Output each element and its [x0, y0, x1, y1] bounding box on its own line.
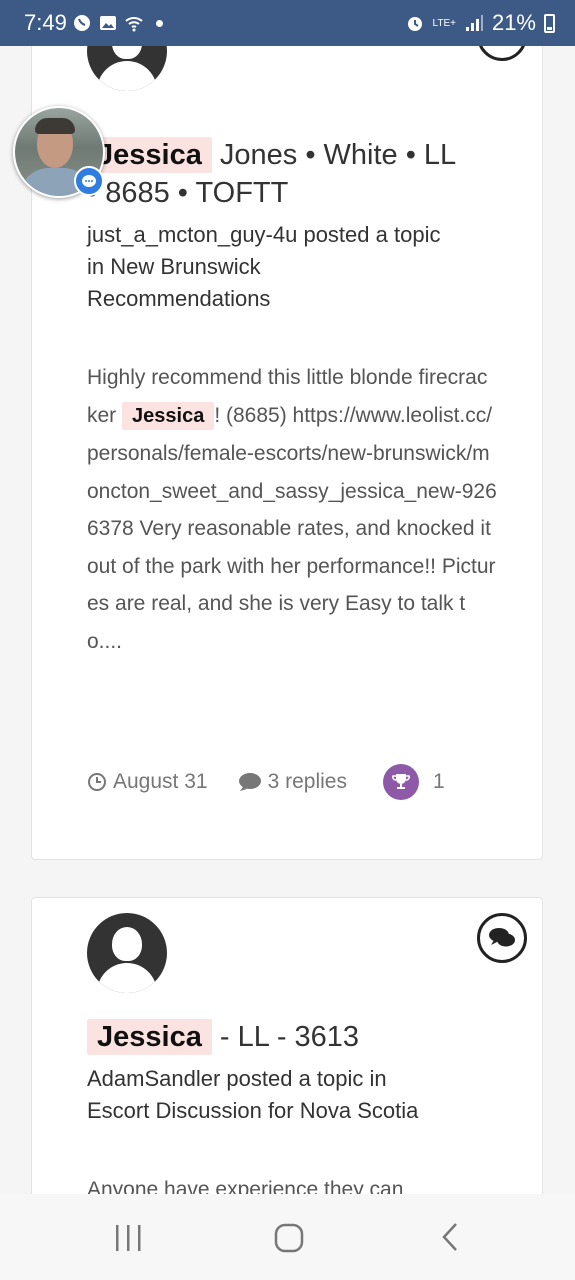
title-line-2: • 8685 • TOFTT: [87, 177, 289, 209]
trophy-icon: [382, 764, 419, 800]
post-meta: just_a_mcton_guy-4u posted a topic in Ne…: [87, 219, 440, 315]
signal-icon: [465, 15, 483, 31]
title-highlight: Jessica: [87, 137, 212, 173]
title-rest: - LL - 3613: [211, 1021, 360, 1053]
reaction-count: 1: [432, 770, 445, 793]
post-title[interactable]: Jessica - LL - 3613: [87, 1018, 359, 1056]
post-replies[interactable]: 3 replies: [238, 770, 347, 794]
title-rest: Jones • White • LL: [211, 139, 457, 171]
meta-line-2: Escort Discussion for Nova Scotia: [87, 1098, 419, 1123]
notification-icons: [72, 13, 163, 33]
meta-line-1: AdamSandler posted a topic in: [87, 1066, 387, 1091]
author-avatar[interactable]: [87, 913, 167, 993]
viber-icon: [74, 15, 90, 31]
alarm-icon: [407, 17, 422, 31]
post-card[interactable]: Jessica - LL - 3613 AdamSandler posted a…: [31, 897, 543, 1227]
gallery-icon: [100, 16, 116, 30]
status-time: 7:49: [24, 10, 67, 35]
topic-chat-button[interactable]: [477, 913, 527, 963]
post-date: August 31: [87, 770, 208, 794]
status-bar: 7:49 LTE+ 21%: [0, 0, 575, 46]
meta-line-1: just_a_mcton_guy-4u posted a topic: [87, 222, 441, 247]
date-text: August 31: [113, 770, 208, 793]
chat-bubbles-icon: [489, 928, 515, 947]
more-notifications-dot: [156, 19, 163, 27]
system-nav-bar: [0, 1194, 575, 1280]
post-meta: AdamSandler posted a topic in Escort Dis…: [87, 1063, 418, 1127]
post-card[interactable]: Jessica Jones • White • LL • 8685 • TOFT…: [31, 0, 543, 860]
excerpt-highlight: Jessica: [122, 401, 215, 430]
recents-icon[interactable]: [114, 1223, 144, 1253]
post-title[interactable]: Jessica Jones • White • LL • 8685 • TOFT…: [87, 136, 456, 212]
lte-indicator: LTE+: [432, 17, 456, 29]
battery-percent: 21%: [491, 10, 536, 35]
meta-line-2: in New Brunswick: [87, 254, 261, 279]
post-footer: August 31 3 replies 1: [87, 764, 445, 800]
title-highlight: Jessica: [87, 1019, 212, 1055]
battery-icon: [544, 13, 555, 33]
meta-line-3: Recommendations: [87, 286, 271, 311]
back-icon[interactable]: [436, 1221, 466, 1253]
replies-text: 3 replies: [267, 770, 347, 793]
system-icons: LTE+ 21%: [405, 10, 555, 36]
post-excerpt: Highly recommend this little blonde fire…: [87, 359, 497, 660]
clock-icon: [88, 773, 106, 791]
comment-icon: [238, 773, 261, 791]
post-reactions[interactable]: 1: [382, 764, 445, 800]
wifi-icon: [125, 17, 143, 32]
messenger-icon: [74, 166, 104, 196]
excerpt-post: ! (8685) https://www.leolist.cc/personal…: [87, 403, 497, 653]
home-icon[interactable]: [274, 1223, 304, 1253]
